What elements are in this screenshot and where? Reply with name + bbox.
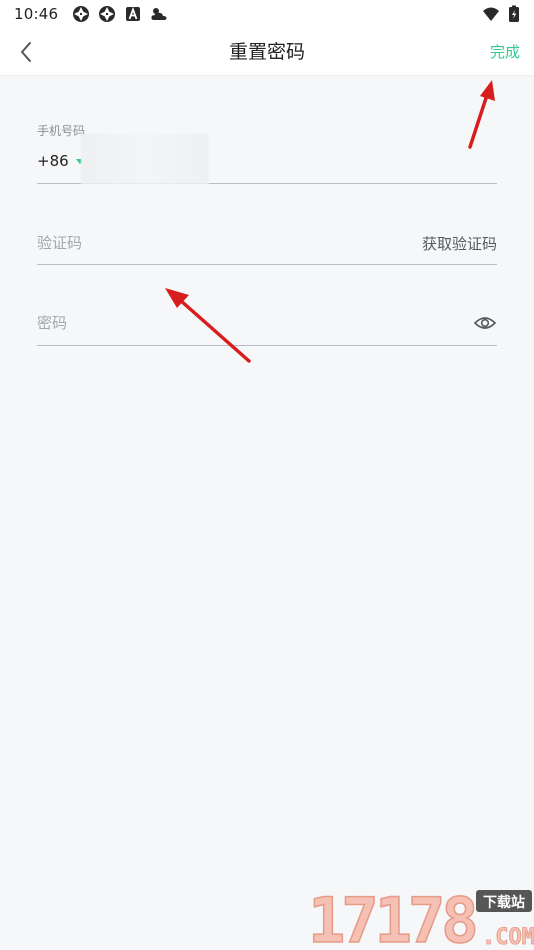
watermark-digits: 17178 <box>308 888 475 950</box>
country-code: +86 <box>37 152 69 170</box>
battery-icon <box>509 5 519 22</box>
chevron-left-icon <box>21 42 31 62</box>
aperture-icon <box>73 6 90 22</box>
eye-icon[interactable] <box>473 311 497 335</box>
status-time: 10:46 <box>14 5 59 23</box>
status-bar: 10:46 <box>0 0 534 28</box>
watermark-suffix: .COM <box>482 925 534 950</box>
wifi-icon <box>483 7 499 21</box>
country-code-selector[interactable]: +86 <box>37 152 84 170</box>
aperture-icon <box>99 6 116 22</box>
nav-bar: 重置密码 完成 <box>0 28 534 76</box>
done-button[interactable]: 完成 <box>490 28 520 76</box>
code-field-group: 获取验证码 <box>37 222 497 265</box>
weather-icon <box>151 8 167 20</box>
get-code-button[interactable]: 获取验证码 <box>422 233 497 254</box>
phone-label: 手机号码 <box>37 124 86 138</box>
watermark-badge: 下载站 <box>483 894 525 911</box>
watermark: 17178 下载站 .COM <box>304 883 534 950</box>
phone-input[interactable] <box>81 134 209 184</box>
page-title: 重置密码 <box>228 41 305 63</box>
back-button[interactable] <box>10 36 42 68</box>
a-badge-icon <box>126 6 141 21</box>
password-input[interactable] <box>37 310 367 336</box>
password-field-group <box>37 302 497 346</box>
phone-field-group: 手机号码 +86 <box>37 112 497 184</box>
verification-code-input[interactable] <box>37 230 367 256</box>
watermark-logo: 17178 下载站 .COM <box>307 883 534 950</box>
